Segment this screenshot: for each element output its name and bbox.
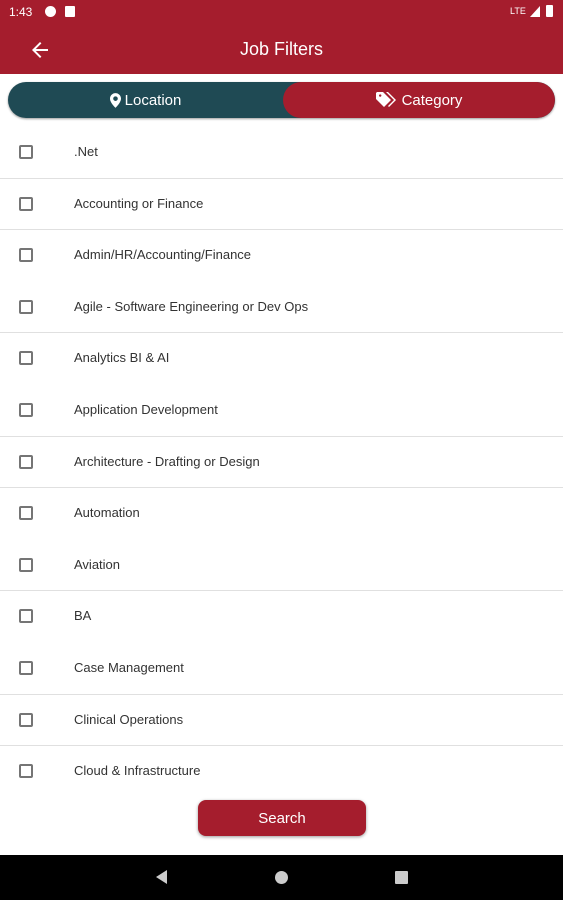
category-row[interactable]: BA: [0, 591, 563, 643]
filter-tabs: Location Category: [8, 82, 555, 118]
category-label: BA: [74, 608, 92, 624]
category-label: Clinical Operations: [74, 711, 184, 727]
category-checkbox[interactable]: [19, 299, 33, 314]
category-row[interactable]: Cloud & Infrastructure: [0, 746, 563, 798]
category-label: Admin/HR/Accounting/Finance: [74, 247, 252, 263]
tab-category-label: Category: [401, 91, 463, 109]
category-label: Architecture - Drafting or Design: [74, 453, 260, 469]
map-pin-icon: [109, 92, 121, 108]
category-checkbox[interactable]: [19, 145, 33, 159]
page-title: Job Filters: [239, 39, 324, 59]
category-checkbox[interactable]: [19, 557, 33, 572]
category-checkbox[interactable]: [19, 712, 33, 727]
category-row[interactable]: Clinical Operations: [0, 695, 563, 747]
category-row[interactable]: Case Management: [0, 643, 563, 695]
signal-icon: [530, 6, 540, 17]
category-label: .Net: [74, 144, 98, 159]
nav-home-icon[interactable]: [275, 871, 288, 884]
battery-icon: [546, 5, 553, 17]
category-row[interactable]: Automation: [0, 488, 563, 540]
category-label: Aviation: [74, 556, 121, 572]
category-row[interactable]: Architecture - Drafting or Design: [0, 437, 563, 489]
tab-location[interactable]: Location: [8, 82, 283, 118]
category-label: Automation: [74, 505, 140, 521]
category-checkbox[interactable]: [19, 506, 33, 521]
nav-recents-icon[interactable]: [395, 871, 408, 884]
category-row[interactable]: .Net: [0, 127, 563, 179]
category-label: Accounting or Finance: [74, 195, 204, 211]
network-type: LTE: [510, 6, 526, 16]
category-row[interactable]: Agile - Software Engineering or Dev Ops: [0, 282, 563, 334]
category-list: .Net Accounting or Finance Admin/HR/Accoun…: [0, 127, 563, 798]
tab-location-label: Location: [124, 91, 182, 109]
search-button[interactable]: Search: [198, 800, 366, 836]
category-checkbox[interactable]: [19, 764, 33, 779]
category-checkbox[interactable]: [19, 454, 33, 469]
notification-icon: [45, 6, 56, 17]
category-label: Case Management: [74, 659, 184, 675]
category-checkbox[interactable]: [19, 351, 33, 366]
category-label: Agile - Software Engineering or Dev Ops: [74, 298, 309, 314]
category-checkbox[interactable]: [19, 196, 33, 211]
category-row[interactable]: Accounting or Finance: [0, 179, 563, 231]
status-time: 1:43: [9, 5, 33, 19]
nav-back-icon[interactable]: [156, 870, 167, 884]
category-label: Cloud & Infrastructure: [74, 763, 201, 779]
category-row[interactable]: Application Development: [0, 385, 563, 437]
category-checkbox[interactable]: [19, 248, 33, 263]
category-label: Analytics BI & AI: [74, 350, 170, 366]
tags-icon: [375, 92, 396, 107]
category-checkbox[interactable]: [19, 609, 33, 624]
category-label: Application Development: [74, 401, 218, 417]
category-row[interactable]: Aviation: [0, 540, 563, 592]
category-checkbox[interactable]: [19, 402, 33, 417]
status-bar: 1:43 LTE: [0, 0, 563, 24]
app-bar: 1:43 LTE Job Filters: [0, 0, 563, 74]
category-checkbox[interactable]: [19, 660, 33, 675]
category-row[interactable]: Admin/HR/Accounting/Finance: [0, 230, 563, 282]
tab-category[interactable]: Category: [283, 82, 555, 118]
navigation-bar: [0, 855, 563, 900]
sd-card-icon: [65, 6, 75, 17]
category-row[interactable]: Analytics BI & AI: [0, 333, 563, 385]
